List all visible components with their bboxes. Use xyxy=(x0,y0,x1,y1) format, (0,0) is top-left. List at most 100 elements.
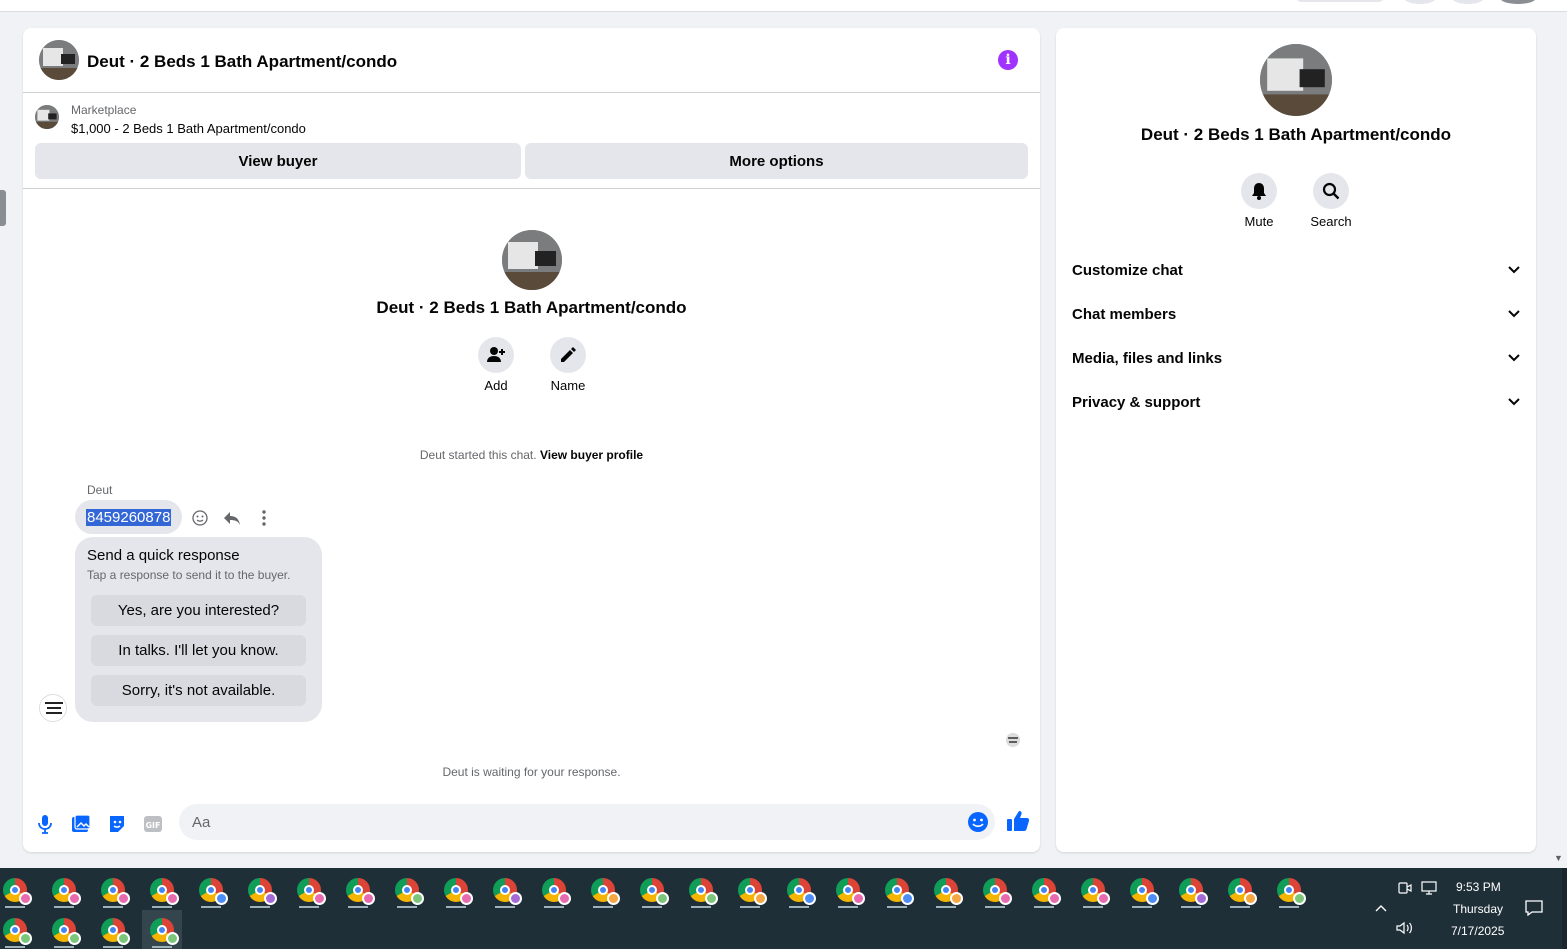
chrome-taskbar-button[interactable] xyxy=(93,870,133,910)
clock-time[interactable]: 9:53 PM xyxy=(1456,880,1501,894)
customize-chat-section[interactable]: Customize chat xyxy=(1064,250,1528,290)
voice-clip-button[interactable] xyxy=(32,811,58,837)
profile-badge-icon xyxy=(1097,892,1110,905)
listing-avatar[interactable] xyxy=(39,40,79,80)
chrome-taskbar-button[interactable] xyxy=(240,870,280,910)
running-indicator xyxy=(397,906,417,908)
chrome-taskbar-button[interactable] xyxy=(0,910,35,949)
chrome-taskbar-button[interactable] xyxy=(485,870,525,910)
emoji-button[interactable] xyxy=(965,809,991,835)
chrome-taskbar-button[interactable] xyxy=(779,870,819,910)
details-avatar[interactable] xyxy=(1260,44,1332,116)
attach-media-button[interactable] xyxy=(68,811,94,837)
clock-day[interactable]: Thursday xyxy=(1453,902,1503,916)
running-indicator xyxy=(103,906,123,908)
chrome-taskbar-button[interactable] xyxy=(0,870,35,910)
chrome-taskbar-button[interactable] xyxy=(1220,870,1260,910)
chrome-icon xyxy=(689,878,718,905)
account-avatar[interactable] xyxy=(1500,0,1536,4)
chrome-taskbar-button[interactable] xyxy=(1269,870,1309,910)
chrome-taskbar-button[interactable] xyxy=(191,870,231,910)
info-icon[interactable]: i xyxy=(998,50,1018,70)
clock-date[interactable]: 7/17/2025 xyxy=(1451,924,1504,938)
scroll-down-arrow[interactable]: ▼ xyxy=(1554,853,1563,863)
chrome-taskbar-button[interactable] xyxy=(828,870,868,910)
edit-name-button[interactable] xyxy=(550,337,586,373)
message-input[interactable] xyxy=(179,804,995,840)
listing-price-title[interactable]: $1,000 - 2 Beds 1 Bath Apartment/condo xyxy=(71,121,306,136)
top-icon-button[interactable] xyxy=(1404,0,1436,4)
chat-started-text: Deut started this chat. xyxy=(419,448,537,462)
running-indicator xyxy=(54,946,74,948)
media-files-links-section[interactable]: Media, files and links xyxy=(1064,338,1528,378)
chrome-taskbar-button[interactable] xyxy=(93,910,133,949)
view-buyer-profile-link[interactable]: View buyer profile xyxy=(540,448,643,462)
chrome-taskbar-button[interactable] xyxy=(436,870,476,910)
reply-button[interactable] xyxy=(220,506,244,530)
chevron-up-icon[interactable] xyxy=(1373,900,1389,916)
chrome-taskbar-button[interactable] xyxy=(142,870,182,910)
chrome-taskbar-button[interactable] xyxy=(975,870,1015,910)
message-sender-name: Deut xyxy=(87,483,113,497)
chrome-icon xyxy=(3,878,32,905)
chrome-taskbar-button[interactable] xyxy=(142,910,182,949)
chrome-taskbar-button[interactable] xyxy=(338,870,378,910)
add-person-button[interactable] xyxy=(478,337,514,373)
message-bubble[interactable]: 8459260878 xyxy=(75,500,183,534)
sticker-button[interactable] xyxy=(104,811,130,837)
chrome-taskbar-button[interactable] xyxy=(1122,870,1162,910)
profile-badge-icon xyxy=(803,892,816,905)
smiley-icon xyxy=(192,510,208,526)
like-button[interactable] xyxy=(1005,808,1031,834)
chrome-icon xyxy=(150,878,179,905)
reply-icon xyxy=(224,512,240,525)
collapsed-sidebar-handle[interactable] xyxy=(0,190,6,226)
more-button[interactable] xyxy=(252,506,276,530)
quick-response-option[interactable]: Yes, are you interested? xyxy=(91,595,306,626)
search-button[interactable] xyxy=(1313,173,1349,209)
chrome-taskbar-button[interactable] xyxy=(534,870,574,910)
top-icon-button[interactable] xyxy=(1452,0,1484,4)
message-text[interactable]: 8459260878 xyxy=(86,508,172,526)
chrome-icon xyxy=(934,878,963,905)
chrome-taskbar-button[interactable] xyxy=(1024,870,1064,910)
gif-button[interactable]: GIF xyxy=(140,811,166,837)
chrome-taskbar-button[interactable] xyxy=(877,870,917,910)
chrome-icon xyxy=(1130,878,1159,905)
quick-response-option[interactable]: Sorry, it's not available. xyxy=(91,675,306,706)
show-desktop-button[interactable] xyxy=(1562,868,1567,949)
mute-button[interactable] xyxy=(1241,173,1277,209)
meet-now-icon[interactable] xyxy=(1396,880,1414,896)
chrome-taskbar-button[interactable] xyxy=(632,870,672,910)
chrome-taskbar-button[interactable] xyxy=(730,870,770,910)
view-buyer-button[interactable]: View buyer xyxy=(35,143,521,179)
chrome-taskbar-button[interactable] xyxy=(44,870,84,910)
chrome-icon xyxy=(591,878,620,905)
profile-badge-icon xyxy=(607,892,620,905)
chrome-taskbar-button[interactable] xyxy=(681,870,721,910)
chrome-taskbar-button[interactable] xyxy=(1171,870,1211,910)
react-button[interactable] xyxy=(188,506,212,530)
more-options-button[interactable]: More options xyxy=(525,143,1028,179)
chrome-taskbar-button[interactable] xyxy=(1073,870,1113,910)
profile-badge-icon xyxy=(509,892,522,905)
sender-avatar[interactable] xyxy=(39,694,67,722)
section-label: Customize chat xyxy=(1072,261,1183,279)
chrome-taskbar-button[interactable] xyxy=(289,870,329,910)
network-icon[interactable] xyxy=(1420,880,1438,896)
notification-center-icon[interactable] xyxy=(1524,899,1544,917)
chrome-taskbar-button[interactable] xyxy=(583,870,623,910)
chrome-taskbar-button[interactable] xyxy=(387,870,427,910)
chrome-icon xyxy=(346,878,375,905)
running-indicator xyxy=(642,906,662,908)
profile-badge-icon xyxy=(166,892,179,905)
chat-members-section[interactable]: Chat members xyxy=(1064,294,1528,334)
volume-icon[interactable] xyxy=(1396,920,1414,936)
chrome-taskbar-button[interactable] xyxy=(44,910,84,949)
chrome-taskbar-button[interactable] xyxy=(926,870,966,910)
chat-title[interactable]: Deut · 2 Beds 1 Bath Apartment/condo xyxy=(87,52,397,72)
top-pill-button[interactable] xyxy=(1296,0,1384,2)
privacy-support-section[interactable]: Privacy & support xyxy=(1064,382,1528,422)
quick-response-option[interactable]: In talks. I'll let you know. xyxy=(91,635,306,666)
microphone-icon xyxy=(38,815,52,834)
